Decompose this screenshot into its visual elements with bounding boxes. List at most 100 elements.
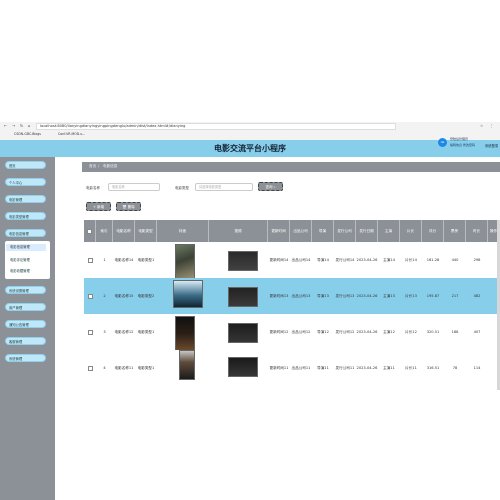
row-time: 114 [473, 365, 481, 370]
add-button[interactable]: + 新增 [86, 202, 111, 211]
row-checkbox-cell[interactable] [84, 314, 96, 350]
row-index: 1 [103, 257, 106, 262]
movie-name-input[interactable]: 电影名称 [108, 183, 160, 191]
table-header-company: 出品公司 [290, 220, 312, 242]
row-score: 316.51 [426, 365, 440, 370]
row-checkbox[interactable] [87, 293, 93, 299]
sidebar-item-profile[interactable]: 个人中心 [5, 178, 46, 186]
video-preview[interactable] [228, 251, 258, 271]
row-company: 出品公司11 [291, 365, 311, 370]
table-header-length: 片长 [400, 220, 422, 242]
row-length: 片长12 [405, 329, 417, 334]
row-update: 更新时间12 [269, 329, 289, 334]
row-checkbox[interactable] [87, 329, 93, 335]
table-row[interactable]: 4 电影名称11 电影类型1 更新时间11 出品公司11 导演11 发行公司11… [84, 350, 500, 386]
row-checkbox-cell[interactable] [84, 242, 96, 278]
sidebar-item-users[interactable]: 用户管理 [5, 303, 46, 311]
row-score: 161.28 [426, 257, 440, 262]
row-checkbox[interactable] [87, 365, 93, 371]
table-row[interactable]: 3 电影名称12 电影类型1 更新时间12 出品公司12 导演12 发行公司12… [84, 314, 500, 351]
video-preview[interactable] [228, 287, 258, 307]
row-type: 电影类型1 [137, 329, 155, 334]
search-button[interactable]: 查询 ⌕ [258, 182, 283, 191]
row-time: 482 [473, 293, 481, 298]
cover-image[interactable] [175, 316, 195, 351]
row-box: 217 [451, 293, 459, 298]
delete-button[interactable]: 🗑 删除 [116, 202, 141, 211]
sidebar-item-service[interactable]: 客服管理 [5, 337, 46, 345]
row-name: 电影名称12 [114, 329, 134, 334]
row-update: 更新时间11 [269, 365, 289, 370]
page-title: 电影交流平台小程序 [214, 144, 286, 153]
table-header-video: 视频 [209, 220, 268, 242]
movie-type-select[interactable]: 请选择电影类型 [195, 183, 253, 191]
row-update: 更新时间13 [269, 293, 289, 298]
sidebar-item-movies[interactable]: 电影管理 [5, 195, 46, 203]
table-header-index: 索引 [96, 220, 113, 242]
row-checkbox-cell[interactable] [84, 278, 96, 314]
sidebar-item-home[interactable]: 首页 [5, 161, 46, 169]
table-header-director: 导演 [312, 220, 334, 242]
breadcrumb-sep: / [98, 164, 100, 168]
address-bar[interactable]: localhost:8080/lianyingdianyingyingpingd… [36, 123, 396, 130]
row-actor: 主演12 [383, 329, 395, 334]
breadcrumb [82, 162, 500, 172]
table-header-actor: 主演 [378, 220, 400, 242]
row-type: 电影类型2 [137, 293, 155, 298]
sidebar-item-admin[interactable]: 系统管理 [5, 354, 46, 362]
sidebar-item-movie-info[interactable]: 电影信息管理 [5, 229, 46, 237]
row-director: 导演13 [317, 293, 329, 298]
row-date: 2023-04-26 [356, 329, 378, 334]
table-header-type: 电影类型 [135, 220, 157, 242]
row-length: 片长14 [405, 257, 417, 262]
cover-image[interactable] [175, 244, 195, 279]
menu-icon[interactable]: ⋮ [490, 124, 494, 128]
table-header-checkbox[interactable] [84, 220, 96, 242]
breadcrumb-home[interactable]: 首页 [89, 164, 96, 169]
row-checkbox-cell[interactable] [84, 350, 96, 386]
video-preview[interactable] [228, 323, 258, 343]
forward-icon[interactable]: → [12, 124, 15, 128]
table-header-publisher: 发行公司 [334, 220, 356, 242]
row-company: 出品公司13 [291, 293, 311, 298]
plus-icon: + [92, 205, 96, 209]
bookmark-item[interactable]: Conf-VR-MOD-s... [58, 132, 113, 138]
sidebar-item-notices[interactable]: 通知公告管理 [5, 320, 46, 328]
avatar[interactable]: de [438, 138, 447, 147]
add-button-label: 新增 [97, 205, 105, 209]
table-row[interactable]: 1 电影名称14 电影类型1 更新时间14 出品公司14 导演14 发行公司14… [84, 242, 500, 279]
table-header-date: 发行日期 [356, 220, 378, 242]
row-director: 导演12 [317, 329, 329, 334]
row-checkbox[interactable] [87, 257, 93, 263]
row-date: 2023-04-26 [356, 257, 378, 262]
row-box: 440 [451, 257, 459, 262]
sidebar-item-movie-types[interactable]: 电影类型管理 [5, 212, 46, 220]
row-index: 4 [103, 365, 106, 370]
cover-image[interactable] [179, 350, 195, 380]
row-score: 195.87 [426, 293, 440, 298]
sidebar-item-system[interactable]: 系统设置管理 [5, 286, 46, 294]
sidebar-subitem-comments[interactable]: 电影评论管理 [10, 257, 30, 262]
profile-badge[interactable]: 登陆后管理员 [450, 137, 468, 141]
table-row[interactable]: 2 电影名称15 电影类型2 更新时间13 出品公司13 导演13 发行公司13… [84, 278, 500, 314]
row-date: 2023-04-26 [356, 365, 378, 370]
login-link[interactable]: 系统登录 [485, 144, 498, 149]
row-name: 电影名称11 [114, 365, 134, 370]
cover-image[interactable] [173, 280, 203, 308]
row-time: 298 [473, 257, 481, 262]
video-preview[interactable] [228, 357, 258, 377]
row-actor: 主演13 [383, 293, 395, 298]
back-icon[interactable]: ← [4, 124, 7, 128]
select-all-checkbox[interactable] [87, 228, 92, 234]
breadcrumb-current: 电影信息 [103, 164, 118, 168]
sidebar-subitem-active[interactable]: 电影信息管理 [6, 244, 46, 251]
sidebar-subitem-collections[interactable]: 电影收藏管理 [10, 268, 30, 273]
row-director: 导演14 [317, 257, 329, 262]
row-box: 78 [452, 365, 458, 370]
row-length: 片长11 [405, 365, 417, 370]
star-icon[interactable]: ☆ [480, 124, 483, 128]
row-company: 出品公司14 [291, 257, 311, 262]
home-icon[interactable]: ⌂ [28, 124, 30, 128]
refresh-icon[interactable]: ↻ [20, 124, 23, 128]
row-publisher: 发行公司11 [335, 365, 355, 370]
